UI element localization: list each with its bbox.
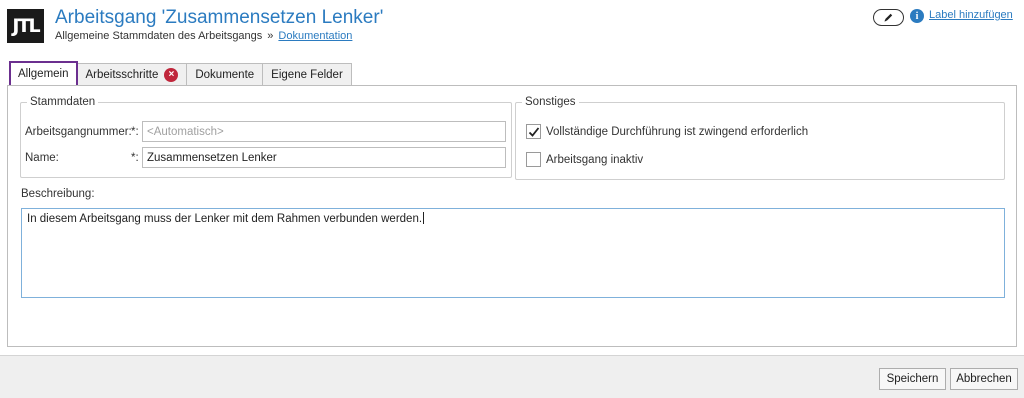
content-panel: Stammdaten Arbeitsgangnummer: *: <Automa… bbox=[7, 85, 1017, 347]
documentation-link[interactable]: Dokumentation bbox=[278, 30, 352, 42]
jtl-logo: JTL bbox=[7, 9, 44, 43]
name-label: Name: bbox=[25, 152, 59, 164]
header: JTL Arbeitsgang 'Zusammensetzen Lenker' … bbox=[0, 0, 1024, 56]
tab-label: Dokumente bbox=[195, 68, 255, 81]
add-label-link[interactable]: Label hinzufügen bbox=[929, 9, 1013, 21]
tab-label: Allgemein bbox=[18, 68, 69, 80]
page-title: Arbeitsgang 'Zusammensetzen Lenker' bbox=[55, 7, 384, 28]
stammdaten-legend: Stammdaten bbox=[30, 96, 96, 108]
description-textarea[interactable]: In diesem Arbeitsgang muss der Lenker mi… bbox=[21, 208, 1005, 298]
breadcrumb: Allgemeine Stammdaten des Arbeitsgangs » D… bbox=[55, 30, 352, 42]
checkmark-icon bbox=[528, 126, 539, 137]
tab-label: Eigene Felder bbox=[271, 68, 343, 81]
cancel-button[interactable]: Abbrechen bbox=[950, 368, 1018, 390]
tab-dokumente[interactable]: Dokumente bbox=[187, 63, 264, 85]
pencil-icon bbox=[884, 13, 893, 22]
edit-label-button[interactable] bbox=[873, 9, 904, 26]
tab-arbeitsschritte[interactable]: Arbeitsschritte × bbox=[77, 63, 188, 85]
description-text: In diesem Arbeitsgang muss der Lenker mi… bbox=[27, 213, 423, 225]
tab-bar: Allgemein Arbeitsschritte × Dokumente Ei… bbox=[9, 61, 352, 85]
breadcrumb-separator: » bbox=[267, 30, 274, 42]
mandatory-checkbox[interactable] bbox=[526, 124, 541, 139]
number-label: Arbeitsgangnummer: bbox=[25, 126, 132, 138]
inactive-checkbox-label: Arbeitsgang inaktiv bbox=[546, 154, 644, 166]
tab-eigene-felder[interactable]: Eigene Felder bbox=[263, 63, 352, 85]
tab-allgemein[interactable]: Allgemein bbox=[9, 61, 78, 85]
tab-label: Arbeitsschritte bbox=[85, 68, 159, 81]
name-required-marker: *: bbox=[131, 152, 139, 164]
save-button[interactable]: Speichern bbox=[879, 368, 946, 390]
sonstiges-legend: Sonstiges bbox=[525, 96, 576, 108]
info-icon[interactable]: i bbox=[910, 9, 924, 23]
mandatory-checkbox-label: Vollständige Durchführung ist zwingend e… bbox=[546, 126, 809, 138]
description-label: Beschreibung: bbox=[21, 188, 95, 200]
number-input[interactable]: <Automatisch> bbox=[142, 121, 506, 142]
number-required-marker: *: bbox=[131, 126, 139, 138]
inactive-checkbox[interactable] bbox=[526, 152, 541, 167]
subtitle-text: Allgemeine Stammdaten des Arbeitsgangs bbox=[55, 30, 263, 42]
error-icon: × bbox=[164, 67, 179, 82]
text-caret bbox=[423, 212, 425, 224]
footer-bar: Speichern Abbrechen bbox=[0, 355, 1024, 398]
sonstiges-group: Sonstiges bbox=[515, 96, 1005, 180]
name-input[interactable]: Zusammensetzen Lenker bbox=[142, 147, 506, 168]
